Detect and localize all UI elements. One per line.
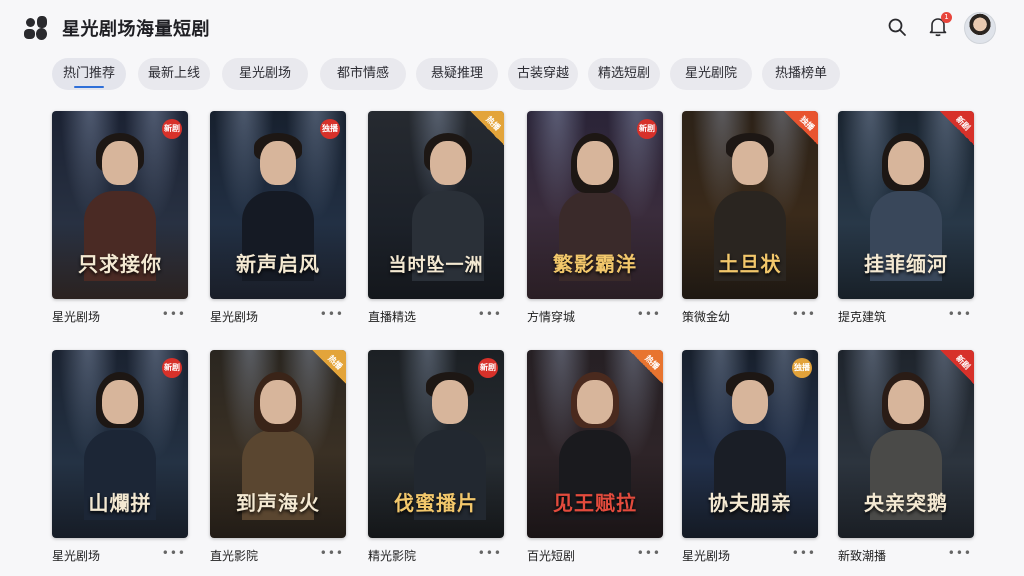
card-label: 星光剧场 bbox=[210, 310, 259, 324]
tab-label: 热播榜单 bbox=[774, 66, 827, 81]
card-label: 提克建筑 bbox=[838, 310, 887, 324]
hot-badge: 热播 bbox=[629, 350, 663, 384]
drama-card[interactable]: 只求接你 新剧 星光剧场 ••• bbox=[52, 111, 188, 324]
drama-card[interactable]: 到声海火 热播 直光影院 ••• bbox=[210, 350, 346, 563]
drama-card[interactable]: 协夫朋亲 独播 星光剧场 ••• bbox=[682, 350, 818, 563]
tab-label: 古装穿越 bbox=[516, 66, 569, 81]
new-badge: 新剧 bbox=[478, 358, 498, 378]
drama-card[interactable]: 央亲突鹅 新剧 新致潮播 ••• bbox=[838, 350, 974, 563]
hot-badge: 热播 bbox=[470, 111, 504, 145]
poster-image: 当时坠一洲 热播 bbox=[368, 111, 504, 299]
exclusive-badge: 独播 bbox=[320, 119, 340, 139]
notification-badge: 1 bbox=[941, 12, 952, 23]
poster-title: 土旦状 bbox=[718, 252, 782, 276]
card-label: 星光剧场 bbox=[52, 310, 101, 324]
poster-image: 伐蜜播片 新剧 bbox=[368, 350, 504, 538]
drama-card[interactable]: 新声启风 独播 星光剧场 ••• bbox=[210, 111, 346, 324]
app-logo-icon[interactable] bbox=[24, 16, 48, 40]
tab-label: 星光剧院 bbox=[684, 66, 737, 81]
tab-label: 星光剧场 bbox=[238, 66, 291, 81]
search-icon[interactable] bbox=[886, 16, 908, 38]
card-label: 星光剧场 bbox=[682, 549, 731, 563]
poster-image: 协夫朋亲 独播 bbox=[682, 350, 818, 538]
tab-label: 都市情感 bbox=[336, 66, 389, 81]
more-icon[interactable]: ••• bbox=[792, 307, 816, 321]
card-label: 直播精选 bbox=[368, 310, 417, 324]
app-title: 星光剧场海量短剧 bbox=[62, 19, 210, 40]
poster-image: 挂菲缅河 新剧 bbox=[838, 111, 974, 299]
more-icon[interactable]: ••• bbox=[478, 546, 502, 560]
poster-title: 央亲突鹅 bbox=[864, 491, 948, 515]
poster-image: 到声海火 热播 bbox=[210, 350, 346, 538]
card-label: 策微金幼 bbox=[682, 310, 731, 324]
more-icon[interactable]: ••• bbox=[162, 307, 186, 321]
tab-latest[interactable]: 最新上线 bbox=[138, 58, 210, 90]
avatar[interactable] bbox=[964, 12, 996, 44]
more-icon[interactable]: ••• bbox=[320, 546, 344, 560]
hot-badge: 热播 bbox=[312, 350, 346, 384]
poster-image: 新声启风 独播 bbox=[210, 111, 346, 299]
card-label: 直光影院 bbox=[210, 549, 259, 563]
poster-image: 央亲突鹅 新剧 bbox=[838, 350, 974, 538]
poster-image: 山爛拼 新剧 bbox=[52, 350, 188, 538]
more-icon[interactable]: ••• bbox=[637, 307, 661, 321]
poster-image: 见王赋拉 热播 bbox=[527, 350, 663, 538]
more-icon[interactable]: ••• bbox=[162, 546, 186, 560]
more-icon[interactable]: ••• bbox=[792, 546, 816, 560]
tab-hot[interactable]: 热门推荐 bbox=[52, 58, 126, 90]
new-badge: 新剧 bbox=[162, 358, 182, 378]
poster-image: 只求接你 新剧 bbox=[52, 111, 188, 299]
new-badge: 新剧 bbox=[940, 111, 974, 145]
tab-suspense[interactable]: 悬疑推理 bbox=[416, 58, 498, 90]
top-bar: 星光剧场海量短剧 1 bbox=[0, 0, 1024, 56]
more-icon[interactable]: ••• bbox=[948, 546, 972, 560]
tab-costume[interactable]: 古装穿越 bbox=[508, 58, 578, 90]
drama-card[interactable]: 见王赋拉 热播 百光短剧 ••• bbox=[527, 350, 663, 563]
drama-card[interactable]: 山爛拼 新剧 星光剧场 ••• bbox=[52, 350, 188, 563]
poster-image: 土旦状 独播 bbox=[682, 111, 818, 299]
drama-card[interactable]: 当时坠一洲 热播 直播精选 ••• bbox=[368, 111, 504, 324]
poster-title: 到声海火 bbox=[236, 491, 320, 515]
poster-title: 新声启风 bbox=[236, 252, 320, 276]
tab-label: 精选短剧 bbox=[597, 66, 650, 81]
poster-title: 挂菲缅河 bbox=[864, 252, 948, 276]
card-label: 百光短剧 bbox=[527, 549, 576, 563]
exclusive-badge: 独播 bbox=[792, 358, 812, 378]
more-icon[interactable]: ••• bbox=[320, 307, 344, 321]
more-icon[interactable]: ••• bbox=[948, 307, 972, 321]
new-badge: 新剧 bbox=[940, 350, 974, 384]
new-badge: 新剧 bbox=[162, 119, 182, 139]
poster-title: 伐蜜播片 bbox=[394, 491, 478, 515]
tab-starlight-cinema[interactable]: 星光剧院 bbox=[670, 58, 752, 90]
tab-featured[interactable]: 精选短剧 bbox=[588, 58, 660, 90]
more-icon[interactable]: ••• bbox=[478, 307, 502, 321]
poster-title: 见王赋拉 bbox=[553, 491, 637, 515]
card-label: 精光影院 bbox=[368, 549, 417, 563]
tab-starlight-theater[interactable]: 星光剧场 bbox=[222, 58, 308, 90]
drama-card[interactable]: 繁影霸洋 新剧 方情穿城 ••• bbox=[527, 111, 663, 324]
drama-card[interactable]: 挂菲缅河 新剧 提克建筑 ••• bbox=[838, 111, 974, 324]
tab-ranking[interactable]: 热播榜单 bbox=[762, 58, 840, 90]
poster-title: 协夫朋亲 bbox=[708, 491, 792, 515]
tab-urban-romance[interactable]: 都市情感 bbox=[320, 58, 406, 90]
new-badge: 新剧 bbox=[637, 119, 657, 139]
poster-title: 当时坠一洲 bbox=[388, 255, 484, 276]
tab-label: 悬疑推理 bbox=[430, 66, 483, 81]
poster-image: 繁影霸洋 新剧 bbox=[527, 111, 663, 299]
tab-label: 最新上线 bbox=[147, 66, 200, 81]
card-label: 方情穿城 bbox=[527, 310, 576, 324]
poster-title: 繁影霸洋 bbox=[553, 252, 637, 276]
poster-title: 山爛拼 bbox=[88, 491, 152, 515]
drama-card[interactable]: 土旦状 独播 策微金幼 ••• bbox=[682, 111, 818, 324]
more-icon[interactable]: ••• bbox=[637, 546, 661, 560]
drama-card[interactable]: 伐蜜播片 新剧 精光影院 ••• bbox=[368, 350, 504, 563]
card-label: 新致潮播 bbox=[838, 549, 887, 563]
tab-label: 热门推荐 bbox=[62, 66, 115, 81]
poster-title: 只求接你 bbox=[78, 252, 162, 276]
exclusive-badge: 独播 bbox=[784, 111, 818, 145]
card-label: 星光剧场 bbox=[52, 549, 101, 563]
active-tab-indicator bbox=[74, 86, 104, 88]
